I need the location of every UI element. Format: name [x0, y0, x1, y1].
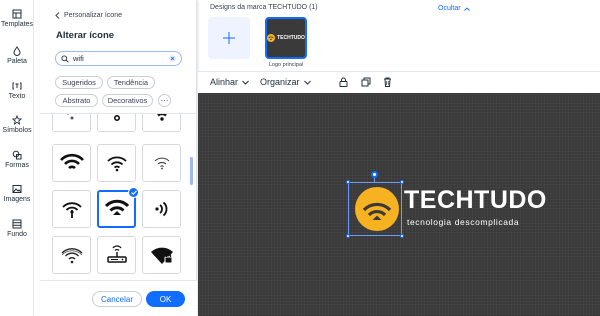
resize-handle[interactable] [400, 180, 404, 184]
arrange-label: Organizar [260, 77, 300, 87]
nfc-icon [154, 201, 167, 217]
image-icon [12, 185, 22, 193]
chevron-left-icon [55, 12, 60, 19]
templates-icon [12, 9, 22, 19]
rail-item-background[interactable]: Fundo [0, 219, 34, 238]
chevron-down-icon [242, 80, 249, 85]
icon-tile[interactable] [142, 236, 181, 274]
icon-tile[interactable] [97, 144, 136, 182]
chip-decorative[interactable]: Decorativos [102, 94, 153, 107]
logo-mark-icon [267, 34, 276, 42]
resize-handle[interactable] [400, 234, 404, 238]
panel-title: Alterar ícone [56, 30, 115, 41]
search-input[interactable]: wifi [55, 51, 182, 66]
wifi-icon [61, 202, 82, 218]
symbols-icon [12, 115, 22, 125]
rail-label: Templates [1, 21, 33, 28]
change-icon-panel: Personalizar ícone Alterar ícone wifi Su… [40, 0, 197, 316]
chip-trending[interactable]: Tendência [107, 76, 155, 89]
wifi-icon [154, 157, 169, 170]
icon-tile[interactable] [142, 114, 181, 132]
icon-tile[interactable] [142, 190, 181, 228]
panel-footer: Cancelar OK [40, 280, 197, 316]
icon-tile[interactable] [142, 144, 181, 182]
ok-button[interactable]: OK [146, 291, 185, 307]
icon-tile[interactable] [97, 114, 136, 132]
search-icon [61, 54, 69, 63]
selection-box [348, 182, 402, 236]
icon-tile[interactable] [52, 144, 91, 182]
icon-tile[interactable] [52, 236, 91, 274]
text-icon [12, 82, 22, 90]
wifi-icon [61, 248, 82, 264]
icon-tile-selected[interactable] [97, 187, 139, 228]
rail-label: Fundo [7, 231, 27, 238]
back-link[interactable]: Personalizar ícone [55, 12, 122, 19]
router-icon [106, 245, 127, 263]
rail-label: Símbolos [2, 127, 32, 134]
rail-item-images[interactable]: Imagens [0, 184, 34, 203]
chevron-up-icon [463, 6, 470, 11]
icon-tile[interactable] [97, 236, 136, 274]
left-rail: Templates Paleta Texto Símbolos Formas I… [0, 0, 34, 316]
selected-check-icon [128, 187, 139, 198]
chevron-down-icon [303, 80, 311, 85]
arrange-dropdown[interactable]: Organizar [260, 77, 311, 87]
background-icon [12, 219, 22, 229]
add-design-button[interactable] [208, 17, 250, 59]
rail-label: Formas [5, 162, 29, 169]
rail-item-palette[interactable]: Paleta [0, 46, 34, 65]
logo-caption: Logo principal [268, 62, 304, 68]
palette-icon [13, 46, 21, 56]
rotate-line [374, 178, 375, 183]
rail-item-shapes[interactable]: Formas [0, 150, 34, 169]
align-dropdown[interactable]: Alinhar [210, 77, 249, 87]
wifi-icon [156, 114, 167, 121]
more-chips-button[interactable]: ··· [158, 94, 171, 107]
hide-link[interactable]: Ocultar [438, 5, 470, 12]
icon-grid-scrollbar[interactable] [190, 157, 193, 185]
icon-tile[interactable] [52, 190, 91, 228]
chip-suggested[interactable]: Sugeridos [55, 76, 103, 89]
lock-icon[interactable] [339, 77, 348, 87]
tagline-text[interactable]: tecnologia descomplicada [407, 217, 519, 227]
rail-label: Texto [8, 93, 26, 100]
brand-name-text[interactable]: TECHTUDO [404, 186, 547, 215]
wifi-icon [59, 153, 84, 170]
align-label: Alinhar [210, 77, 239, 87]
plus-icon [223, 32, 235, 44]
rail-label: Paleta [7, 58, 27, 65]
shapes-icon [12, 150, 22, 160]
rail-label: Imagens [3, 196, 31, 203]
brand-designs-title: Designs da marca TECHTUDO (1) [210, 4, 318, 11]
back-link-label: Personalizar ícone [64, 12, 122, 19]
wifi-icon [113, 115, 120, 122]
resize-handle[interactable] [346, 234, 350, 238]
wifi-icon [104, 199, 129, 215]
rail-item-symbols[interactable]: Símbolos [0, 115, 34, 134]
wifi-icon [106, 156, 127, 172]
main-logo-thumbnail[interactable]: TECHTUDO [265, 17, 307, 59]
hide-link-label: Ocultar [438, 5, 461, 12]
icon-grid [40, 113, 197, 280]
rail-item-text[interactable]: Texto [0, 81, 34, 100]
wifi-icon [66, 114, 77, 120]
rail-item-templates[interactable]: Templates [0, 9, 34, 28]
chip-abstract[interactable]: Abstrato [55, 94, 98, 107]
resize-handle[interactable] [346, 180, 350, 184]
design-canvas[interactable]: TECHTUDO tecnologia descomplicada [198, 93, 600, 316]
cancel-button[interactable]: Cancelar [92, 291, 142, 307]
duplicate-icon[interactable] [361, 77, 371, 87]
editor-toolbar: Alinhar Organizar [198, 71, 600, 93]
icon-tile[interactable] [52, 114, 91, 132]
clear-icon[interactable] [169, 55, 176, 62]
mini-logo-text: TECHTUDO [277, 35, 305, 41]
wifi-lock-icon [150, 247, 173, 264]
search-value: wifi [73, 54, 84, 63]
trash-icon[interactable] [383, 77, 392, 87]
rotate-handle[interactable] [371, 171, 378, 178]
